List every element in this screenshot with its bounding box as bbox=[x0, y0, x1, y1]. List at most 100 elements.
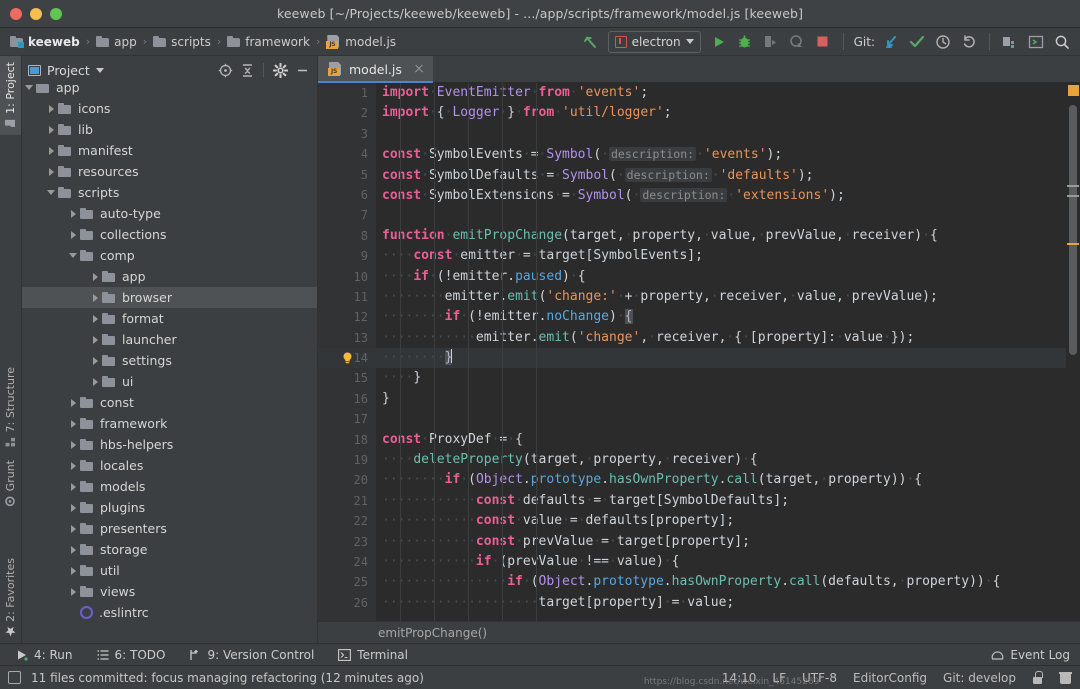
code-line[interactable] bbox=[376, 409, 1066, 429]
chevron-right-icon[interactable] bbox=[44, 146, 58, 155]
code-line[interactable]: ····} bbox=[376, 368, 1066, 388]
lock-icon[interactable] bbox=[1032, 671, 1043, 684]
code-line[interactable]: import·{·Logger·}·from·'util/logger'; bbox=[376, 103, 1066, 123]
code-line[interactable]: ············if·(prevValue·!==·value)·{ bbox=[376, 552, 1066, 572]
navigate-back-icon[interactable] bbox=[578, 31, 602, 53]
run-configuration-selector[interactable]: electron bbox=[607, 30, 701, 53]
commit-button[interactable] bbox=[905, 31, 929, 53]
line-number[interactable]: 22 bbox=[318, 511, 376, 531]
chevron-right-icon[interactable] bbox=[66, 461, 80, 470]
code-line[interactable]: ········} bbox=[376, 348, 1066, 369]
line-number[interactable]: 21 bbox=[318, 491, 376, 511]
chevron-right-icon[interactable] bbox=[88, 356, 102, 365]
line-number[interactable]: 26 bbox=[318, 593, 376, 613]
code-line[interactable]: ····if·(!emitter.paused)·{ bbox=[376, 267, 1066, 287]
tree-item-plugins[interactable]: plugins bbox=[22, 497, 317, 518]
tree-item-auto-type[interactable]: auto-type bbox=[22, 203, 317, 224]
line-number[interactable]: 6 bbox=[318, 185, 376, 205]
tool-window-terminal[interactable]: Terminal bbox=[326, 644, 420, 666]
code-line[interactable]: const·ProxyDef·=·{ bbox=[376, 430, 1066, 450]
tree-item-locales[interactable]: locales bbox=[22, 455, 317, 476]
tree-item-presenters[interactable]: presenters bbox=[22, 518, 317, 539]
code-line[interactable]: ····const·emitter·=·target[SymbolEvents]… bbox=[376, 246, 1066, 266]
breadcrumb-item-framework[interactable]: framework bbox=[223, 35, 314, 49]
code-line[interactable]: ············emitter.emit('change',·recei… bbox=[376, 328, 1066, 348]
tree-item-hbs-helpers[interactable]: hbs-helpers bbox=[22, 434, 317, 455]
code-line[interactable]: const·SymbolEvents·=·Symbol(· description… bbox=[376, 144, 1066, 164]
chevron-down-icon[interactable] bbox=[95, 67, 104, 73]
tree-item-format[interactable]: format bbox=[22, 308, 317, 329]
code-viewport[interactable]: 1 2 3 4 5 6 7 8 9 10 11 12 13 14 15 16 17 18 19 20 21 22 23 24 2… bbox=[318, 83, 1080, 621]
line-number[interactable]: 24 bbox=[318, 552, 376, 572]
line-number[interactable]: 1 bbox=[318, 83, 376, 103]
line-number[interactable]: 2 bbox=[318, 103, 376, 123]
caret-position[interactable]: 14:10 bbox=[722, 671, 757, 685]
tool-window-run[interactable]: 4: Run bbox=[4, 644, 85, 666]
tree-item-comp[interactable]: comp bbox=[22, 245, 317, 266]
code-line[interactable] bbox=[376, 124, 1066, 144]
line-number[interactable]: 4 bbox=[318, 144, 376, 164]
line-number[interactable]: 23 bbox=[318, 532, 376, 552]
code-line[interactable]: ············const·value·=·defaults[prope… bbox=[376, 511, 1066, 531]
code-line[interactable]: ····deleteProperty(target,·property,·rec… bbox=[376, 450, 1066, 470]
line-number[interactable]: 12 bbox=[318, 307, 376, 327]
tree-item-ui[interactable]: ui bbox=[22, 371, 317, 392]
tree-item-const[interactable]: const bbox=[22, 392, 317, 413]
history-button[interactable] bbox=[931, 31, 955, 53]
chevron-right-icon[interactable] bbox=[66, 566, 80, 575]
chevron-right-icon[interactable] bbox=[66, 419, 80, 428]
chevron-right-icon[interactable] bbox=[66, 398, 80, 407]
tree-item-scripts[interactable]: scripts bbox=[22, 182, 317, 203]
gear-icon[interactable] bbox=[271, 61, 289, 79]
chevron-down-icon[interactable] bbox=[66, 253, 80, 258]
breadcrumb-item-app[interactable]: app bbox=[92, 35, 141, 49]
chevron-right-icon[interactable] bbox=[88, 335, 102, 344]
line-number[interactable]: 18 bbox=[318, 430, 376, 450]
chevron-right-icon[interactable] bbox=[66, 503, 80, 512]
trash-icon[interactable] bbox=[1059, 671, 1072, 684]
chevron-right-icon[interactable] bbox=[66, 587, 80, 596]
line-number[interactable]: 14 bbox=[318, 348, 376, 369]
chevron-right-icon[interactable] bbox=[88, 377, 102, 386]
tree-item-manifest[interactable]: manifest bbox=[22, 140, 317, 161]
tree-item-models[interactable]: models bbox=[22, 476, 317, 497]
code-line[interactable]: ················if·(Object.prototype.has… bbox=[376, 572, 1066, 592]
stop-button[interactable] bbox=[811, 31, 835, 53]
profile-button[interactable] bbox=[785, 31, 809, 53]
search-icon[interactable] bbox=[1050, 31, 1074, 53]
line-number[interactable]: 5 bbox=[318, 165, 376, 185]
git-branch-indicator[interactable]: Git: develop bbox=[943, 671, 1016, 685]
tree-item-lib[interactable]: lib bbox=[22, 119, 317, 140]
code-text[interactable]: import·EventEmitter·from·'events'; import… bbox=[376, 83, 1066, 621]
collapse-all-button[interactable] bbox=[238, 61, 256, 79]
tree-item-util[interactable]: util bbox=[22, 560, 317, 581]
maximize-window-button[interactable] bbox=[50, 7, 62, 20]
marker-scrollbar[interactable] bbox=[1066, 83, 1080, 621]
editorconfig-indicator[interactable]: EditorConfig bbox=[853, 671, 927, 685]
rollback-button[interactable] bbox=[957, 31, 981, 53]
sidebar-item-grunt[interactable]: Grunt bbox=[0, 454, 21, 512]
chevron-down-icon[interactable] bbox=[44, 190, 58, 195]
code-line[interactable]: import·EventEmitter·from·'events'; bbox=[376, 83, 1066, 103]
tree-item--eslintrc[interactable]: .eslintrc bbox=[22, 602, 317, 623]
code-line[interactable]: const·SymbolExtensions·=·Symbol(· descrip… bbox=[376, 185, 1066, 205]
run-with-coverage-button[interactable] bbox=[759, 31, 783, 53]
intention-bulb-icon[interactable] bbox=[342, 352, 353, 364]
editor-breadcrumb[interactable]: emitPropChange() bbox=[318, 621, 1080, 643]
window-controls[interactable] bbox=[0, 7, 62, 20]
code-line[interactable]: } bbox=[376, 389, 1066, 409]
code-line[interactable]: ····················target[property]·=·v… bbox=[376, 593, 1066, 613]
tree-item-views[interactable]: views bbox=[22, 581, 317, 602]
chevron-right-icon[interactable] bbox=[66, 545, 80, 554]
line-number[interactable]: 15 bbox=[318, 368, 376, 388]
line-number[interactable]: 3 bbox=[318, 124, 376, 144]
chevron-right-icon[interactable] bbox=[88, 293, 102, 302]
line-number[interactable]: 19 bbox=[318, 450, 376, 470]
close-window-button[interactable] bbox=[10, 7, 22, 20]
chevron-right-icon[interactable] bbox=[88, 272, 102, 281]
chevron-right-icon[interactable] bbox=[66, 482, 80, 491]
modules-icon[interactable] bbox=[998, 31, 1022, 53]
tab-model-js[interactable]: model.js bbox=[318, 56, 433, 83]
code-line[interactable]: ············const·prevValue·=·target[pro… bbox=[376, 532, 1066, 552]
code-line[interactable]: function·emitPropChange(target,·property… bbox=[376, 226, 1066, 246]
